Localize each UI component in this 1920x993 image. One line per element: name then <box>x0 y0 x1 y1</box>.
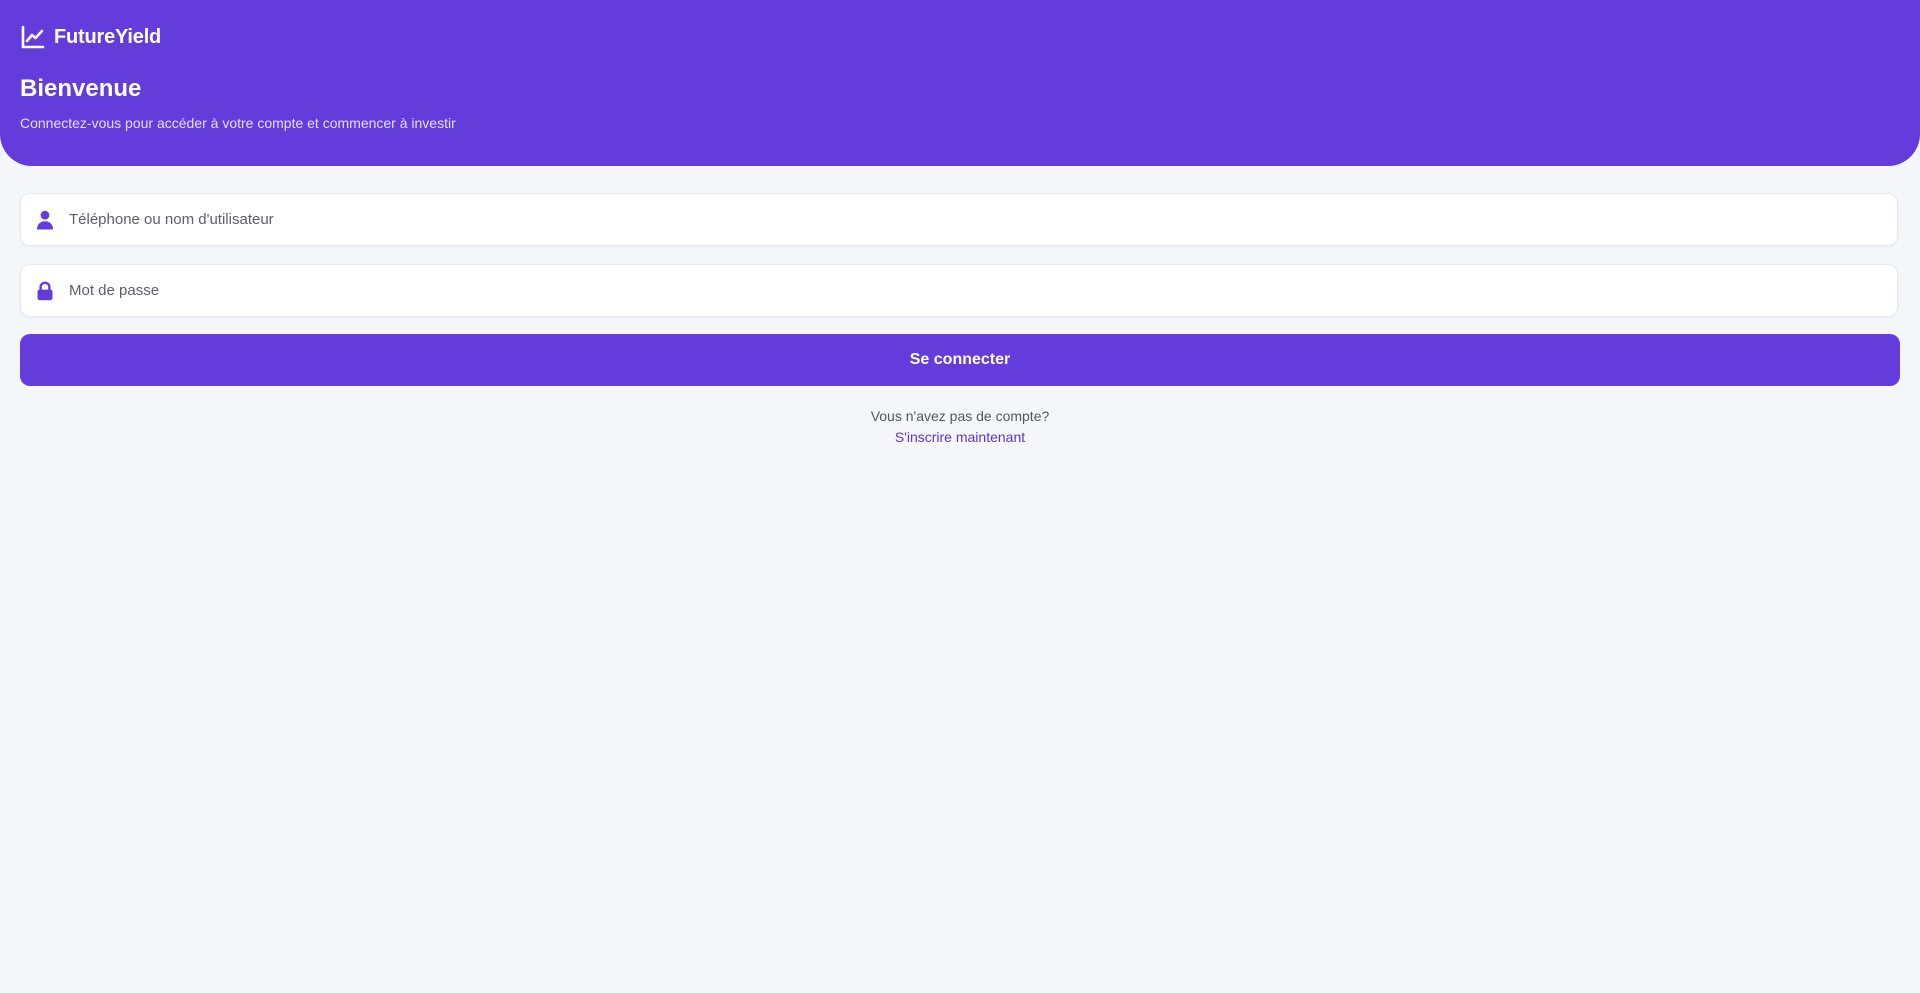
signup-section: Vous n'avez pas de compte? S'inscrire ma… <box>0 406 1920 448</box>
signup-prompt: Vous n'avez pas de compte? <box>870 408 1050 424</box>
brand-name: FutureYield <box>54 25 162 48</box>
page-subtitle: Connectez-vous pour accéder à votre comp… <box>20 115 456 131</box>
password-input[interactable] <box>69 265 1897 316</box>
chart-line-icon <box>21 25 45 49</box>
password-field[interactable] <box>20 264 1898 317</box>
header-banner: FutureYield Bienvenue Connectez-vous pou… <box>0 0 1920 166</box>
lock-icon <box>37 281 53 300</box>
user-icon <box>37 210 53 229</box>
username-input[interactable] <box>69 194 1897 245</box>
signup-link[interactable]: S'inscrire maintenant <box>895 427 1025 448</box>
brand: FutureYield <box>20 24 161 50</box>
login-button[interactable]: Se connecter <box>20 334 1900 386</box>
page-title: Bienvenue <box>20 75 142 102</box>
username-field[interactable] <box>20 193 1898 246</box>
